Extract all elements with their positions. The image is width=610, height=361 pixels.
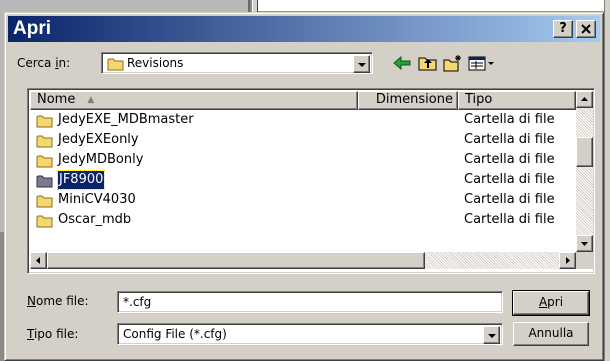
scroll-down-button[interactable] (576, 235, 593, 252)
list-item-selected[interactable]: JF8900 Cartella di file (30, 170, 576, 190)
file-name: MiniCV4030 (58, 192, 136, 207)
list-item[interactable]: MiniCV4030 Cartella di file (30, 190, 576, 210)
scroll-up-button[interactable] (576, 91, 593, 108)
horizontal-scroll-thumb[interactable] (47, 252, 425, 269)
title-bar[interactable]: Apri ? (8, 16, 600, 42)
file-name: Oscar_mdb (58, 212, 132, 227)
view-menu-button[interactable] (467, 53, 497, 73)
up-folder-button[interactable] (417, 53, 439, 73)
chevron-right-icon (566, 257, 570, 264)
open-button[interactable]: Apri (512, 290, 590, 316)
list-item[interactable]: JedyEXE_MDBmaster Cartella di file (30, 110, 576, 130)
look-in-value: Revisions (127, 56, 184, 70)
view-menu-icon (468, 56, 494, 71)
file-name: JF8900 (56, 170, 106, 190)
list-item[interactable]: Oscar_mdb Cartella di file (30, 210, 576, 230)
cancel-button[interactable]: Annulla (513, 322, 589, 346)
look-in-label: Cerca in: (17, 56, 71, 70)
look-in-dropdown-button[interactable] (353, 55, 370, 73)
file-type-label: Tipo file: (27, 327, 79, 341)
scroll-left-button[interactable] (30, 252, 47, 269)
folder-icon (36, 115, 53, 128)
file-name: JedyMDBonly (58, 152, 144, 167)
chevron-up-icon (581, 97, 588, 101)
vertical-scrollbar[interactable] (576, 91, 593, 252)
look-in-combobox[interactable]: Revisions (101, 52, 373, 74)
folder-icon (36, 135, 53, 148)
close-icon (581, 24, 591, 34)
chevron-down-icon (358, 63, 366, 67)
new-folder-button[interactable] (442, 53, 464, 73)
vertical-scroll-thumb[interactable] (576, 137, 593, 167)
file-name-field[interactable]: *.cfg (117, 291, 503, 313)
file-name-value: *.cfg (123, 295, 152, 309)
column-header-size[interactable]: Dimensione (358, 91, 458, 110)
help-button[interactable]: ? (553, 20, 573, 38)
file-type: Cartella di file (464, 132, 555, 147)
chevron-left-icon (36, 257, 40, 264)
file-list[interactable]: Nome ▲ Dimensione Tipo JedyEXE_MDBmaster … (27, 88, 595, 274)
file-name: JedyEXE_MDBmaster (58, 112, 194, 127)
file-type: Cartella di file (464, 112, 555, 127)
file-type-dropdown-button[interactable] (483, 326, 500, 344)
file-type: Cartella di file (464, 192, 555, 207)
background-strip (258, 0, 610, 12)
folder-icon (36, 215, 53, 228)
file-type: Cartella di file (464, 152, 555, 167)
folder-icon (36, 175, 53, 188)
scroll-corner (576, 252, 593, 269)
chevron-down-icon (581, 242, 588, 246)
list-item[interactable]: JedyEXEonly Cartella di file (30, 130, 576, 150)
list-item[interactable]: JedyMDBonly Cartella di file (30, 150, 576, 170)
folder-icon (36, 195, 53, 208)
folder-icon (107, 58, 124, 71)
column-header-type[interactable]: Tipo (458, 91, 576, 110)
dialog-title: Apri (13, 18, 51, 39)
file-type-value: Config File (*.cfg) (123, 327, 227, 341)
back-button[interactable] (391, 53, 413, 73)
chevron-down-icon (488, 334, 496, 338)
sort-arrow-icon: ▲ (87, 95, 95, 105)
file-name: JedyEXEonly (58, 132, 139, 147)
horizontal-scrollbar[interactable] (30, 252, 576, 269)
file-type: Cartella di file (464, 212, 555, 227)
close-button[interactable] (576, 20, 596, 38)
file-name-label: Nome file: (27, 294, 89, 308)
list-rows: JedyEXE_MDBmaster Cartella di file JedyE… (30, 110, 576, 251)
column-header-name[interactable]: Nome ▲ (30, 91, 358, 110)
back-arrow-icon (393, 55, 411, 71)
background-edge (604, 0, 610, 361)
file-type-combobox[interactable]: Config File (*.cfg) (117, 323, 503, 345)
folder-icon (36, 155, 53, 168)
new-folder-icon (443, 55, 461, 72)
up-folder-icon (418, 57, 437, 71)
file-type: Cartella di file (464, 172, 555, 187)
open-file-dialog: Apri ? Cerca in: Revisions Nome ▲ Dimens… (4, 12, 604, 361)
scroll-right-button[interactable] (559, 252, 576, 269)
